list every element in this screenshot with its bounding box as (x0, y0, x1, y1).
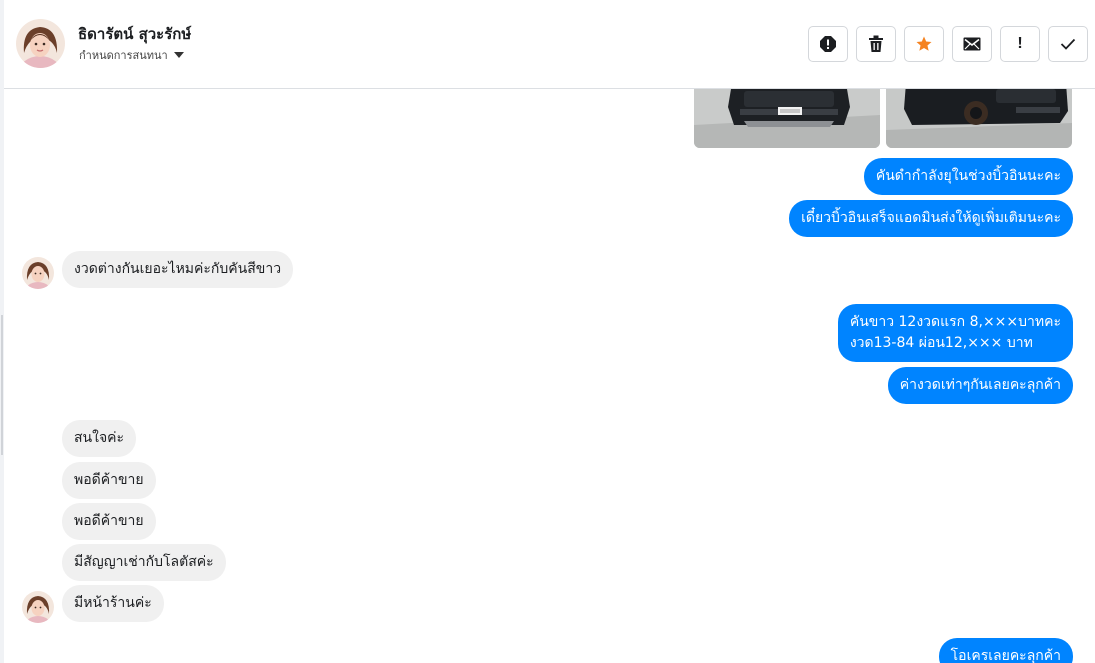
mark-important-button[interactable]: ! (1000, 26, 1040, 62)
caret-down-icon (173, 52, 184, 58)
incoming-message[interactable]: มีสัญญาเช่ากับโลตัสค่ะ (62, 544, 226, 581)
header-actions: ! (808, 26, 1088, 62)
alert-icon (820, 36, 836, 52)
incoming-message[interactable]: พอดีค้าขาย (62, 462, 156, 499)
incoming-message[interactable]: สนใจค่ะ (62, 420, 137, 457)
contact-name: ธิดารัตน์ สุวะรักษ์ (78, 25, 192, 43)
avatar[interactable] (22, 257, 54, 289)
incoming-message[interactable]: พอดีค้าขาย (62, 503, 156, 540)
outgoing-message[interactable]: ค่างวดเท่าๆกันเลยคะลุกค้า (887, 367, 1073, 404)
chat-window: ธิดารัตน์ สุวะรักษ์ กำหนดการสนทนา ! คันด… (0, 0, 1095, 663)
incoming-message[interactable]: งวดต่างกันเยอะไหมค่ะกับคันสีขาว (62, 251, 294, 288)
conversation-header: ธิดารัตน์ สุวะรักษ์ กำหนดการสนทนา ! (4, 0, 1095, 89)
outgoing-message[interactable]: คันดำกำลังยุในช่วงบิ้วอินนะคะ (863, 158, 1073, 195)
mark-done-button[interactable] (1048, 26, 1088, 62)
avatar[interactable] (16, 19, 65, 68)
message-line: งวด13-84 ผ่อน12,××× บาท (849, 335, 1033, 351)
avatar[interactable] (22, 591, 54, 623)
car-photo[interactable] (886, 89, 1072, 148)
incoming-message[interactable]: มีหน้าร้านค่ะ (62, 585, 164, 622)
message-line: คันขาว 12งวดแรก 8,×××บาทคะ (849, 314, 1061, 330)
outgoing-message[interactable]: โอเครเลยคะลุกค้า (938, 638, 1073, 663)
scroll-marker (1, 315, 3, 455)
mail-icon (963, 37, 981, 51)
outgoing-message[interactable]: คันขาว 12งวดแรก 8,×××บาทคะ งวด13-84 ผ่อน… (837, 304, 1073, 362)
trash-icon (869, 35, 883, 52)
check-icon (1060, 38, 1076, 50)
message-thread[interactable]: คันดำกำลังยุในช่วงบิ้วอินนะคะ เดี๋ยวบิ้ว… (4, 89, 1095, 663)
delete-button[interactable] (856, 26, 896, 62)
car-photo[interactable] (694, 89, 880, 148)
alert-button[interactable] (808, 26, 848, 62)
star-button[interactable] (904, 26, 944, 62)
conversation-settings-dropdown[interactable]: กำหนดการสนทนา (79, 46, 184, 64)
conversation-settings-label: กำหนดการสนทนา (79, 49, 168, 62)
exclamation-icon: ! (1017, 35, 1023, 52)
star-icon (916, 36, 932, 51)
mail-button[interactable] (952, 26, 992, 62)
photo-attachments (694, 89, 1072, 148)
outgoing-message[interactable]: เดี๋ยวบิ้วอินเสร็จแอดมินส่งให้ดูเพิ่มเติ… (789, 200, 1073, 237)
